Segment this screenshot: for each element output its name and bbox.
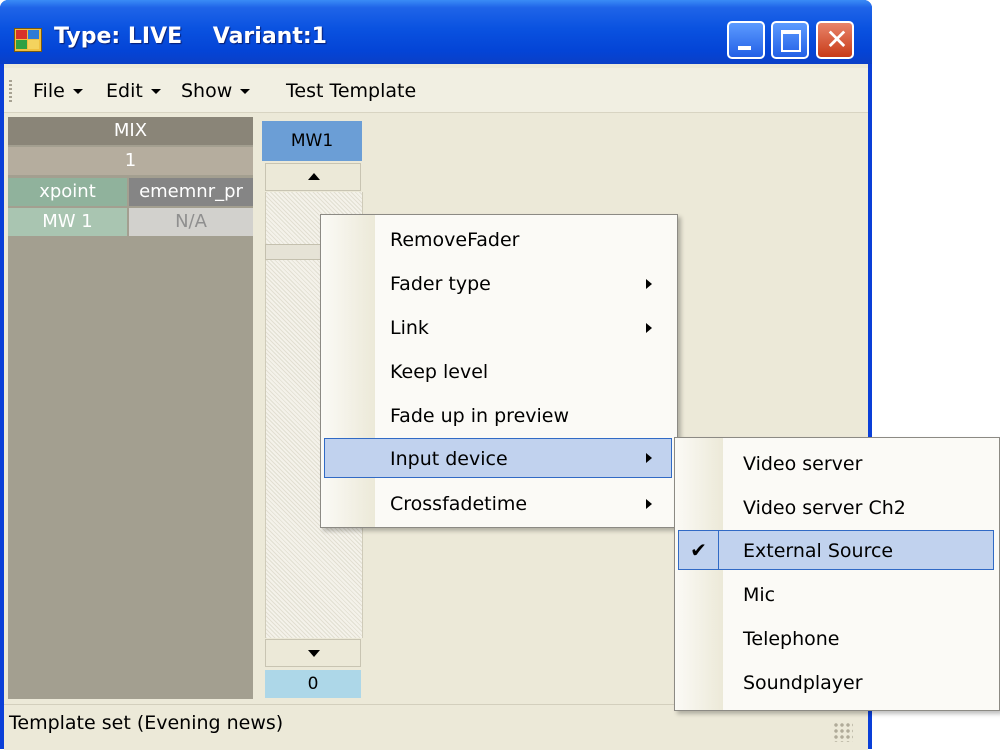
menu-item-remove-fader[interactable]: RemoveFader — [324, 220, 672, 260]
arrow-up-icon — [308, 173, 320, 180]
status-text: Template set (Evening news) — [9, 712, 284, 734]
menu-show[interactable]: Show — [181, 78, 251, 104]
menu-edit[interactable]: Edit — [106, 78, 161, 104]
menu-item-label: RemoveFader — [390, 229, 520, 251]
mix-header-label: MIX — [113, 120, 148, 141]
window-title: Type: LIVE Variant:1 — [54, 24, 327, 49]
chevron-right-icon — [646, 499, 652, 509]
menu-item-label: Video server Ch2 — [743, 497, 906, 519]
menu-item-external-source[interactable]: ✔ External Source — [678, 530, 994, 570]
cell-xpoint-value: MW 1 — [42, 211, 93, 232]
menu-item-telephone[interactable]: Telephone — [678, 619, 994, 659]
menu-item-mic[interactable]: Mic — [678, 575, 994, 615]
menu-item-soundplayer[interactable]: Soundplayer — [678, 663, 994, 703]
menu-item-label: Fade up in preview — [390, 405, 570, 427]
menu-item-fade-up-in-preview[interactable]: Fade up in preview — [324, 396, 672, 436]
menu-item-crossfadetime[interactable]: Crossfadetime — [324, 484, 672, 524]
menu-item-label: Mic — [743, 584, 776, 606]
minimize-button[interactable] — [727, 21, 765, 59]
cell-xpoint[interactable]: MW 1 — [8, 208, 127, 236]
checkmark-icon: ✔ — [679, 531, 719, 569]
fader-value: 0 — [265, 670, 361, 698]
menu-item-label: Keep level — [390, 361, 489, 383]
cell-ememnr[interactable]: N/A — [129, 208, 253, 236]
menu-item-video-server-ch2[interactable]: Video server Ch2 — [678, 488, 994, 528]
menu-item-keep-level[interactable]: Keep level — [324, 352, 672, 392]
close-button[interactable]: ✕ — [816, 21, 854, 59]
menu-test-template[interactable]: Test Template — [286, 78, 416, 104]
arrow-down-icon — [308, 650, 320, 657]
cell-ememnr-value: N/A — [175, 211, 207, 232]
column-header-ememnr[interactable]: ememnr_pr — [129, 178, 253, 206]
menu-item-label: Soundplayer — [743, 672, 863, 694]
mix-header: MIX — [8, 117, 253, 145]
menu-item-link[interactable]: Link — [324, 308, 672, 348]
chevron-down-icon — [72, 89, 83, 94]
mix-number: 1 — [124, 150, 137, 171]
column-header-xpoint[interactable]: xpoint — [8, 178, 127, 206]
column-header-xpoint-label: xpoint — [39, 181, 96, 202]
menu-item-label: External Source — [743, 540, 894, 562]
maximize-button[interactable] — [771, 21, 809, 59]
column-header-ememnr-label: ememnr_pr — [139, 181, 243, 202]
input-device-submenu: Video server Video server Ch2 ✔ External… — [674, 437, 1000, 711]
chevron-right-icon — [646, 453, 652, 463]
minimize-icon — [738, 46, 751, 50]
menu-show-label: Show — [181, 80, 233, 102]
menu-item-label: Fader type — [390, 273, 491, 295]
chevron-down-icon — [240, 89, 251, 94]
app-icon[interactable] — [14, 28, 42, 52]
menu-item-label: Link — [390, 317, 429, 339]
fader-scroll-up-button[interactable] — [265, 163, 361, 191]
menu-test-template-label: Test Template — [286, 80, 417, 102]
menu-edit-label: Edit — [106, 80, 143, 102]
fader-scroll-down-button[interactable] — [265, 639, 361, 667]
close-icon: ✕ — [825, 23, 849, 56]
chevron-down-icon — [150, 89, 161, 94]
resize-grip-icon[interactable] — [833, 722, 853, 742]
menu-item-label: Crossfadetime — [390, 493, 528, 515]
chevron-right-icon — [646, 279, 652, 289]
menu-item-input-device[interactable]: Input device — [324, 438, 672, 478]
fader-context-menu: RemoveFader Fader type Link Keep level F… — [320, 214, 678, 528]
mix-number-row: 1 — [8, 147, 253, 175]
menu-item-label: Video server — [743, 453, 863, 475]
menu-item-label: Input device — [390, 448, 508, 470]
menu-item-video-server[interactable]: Video server — [678, 444, 994, 484]
fader-name[interactable]: MW1 — [262, 121, 362, 161]
menu-item-label: Telephone — [743, 628, 840, 650]
maximize-icon — [781, 30, 801, 52]
chevron-right-icon — [646, 323, 652, 333]
menu-item-fader-type[interactable]: Fader type — [324, 264, 672, 304]
menu-file-label: File — [33, 80, 65, 102]
toolstrip-grip[interactable] — [9, 80, 12, 102]
menu-file[interactable]: File — [33, 78, 83, 104]
